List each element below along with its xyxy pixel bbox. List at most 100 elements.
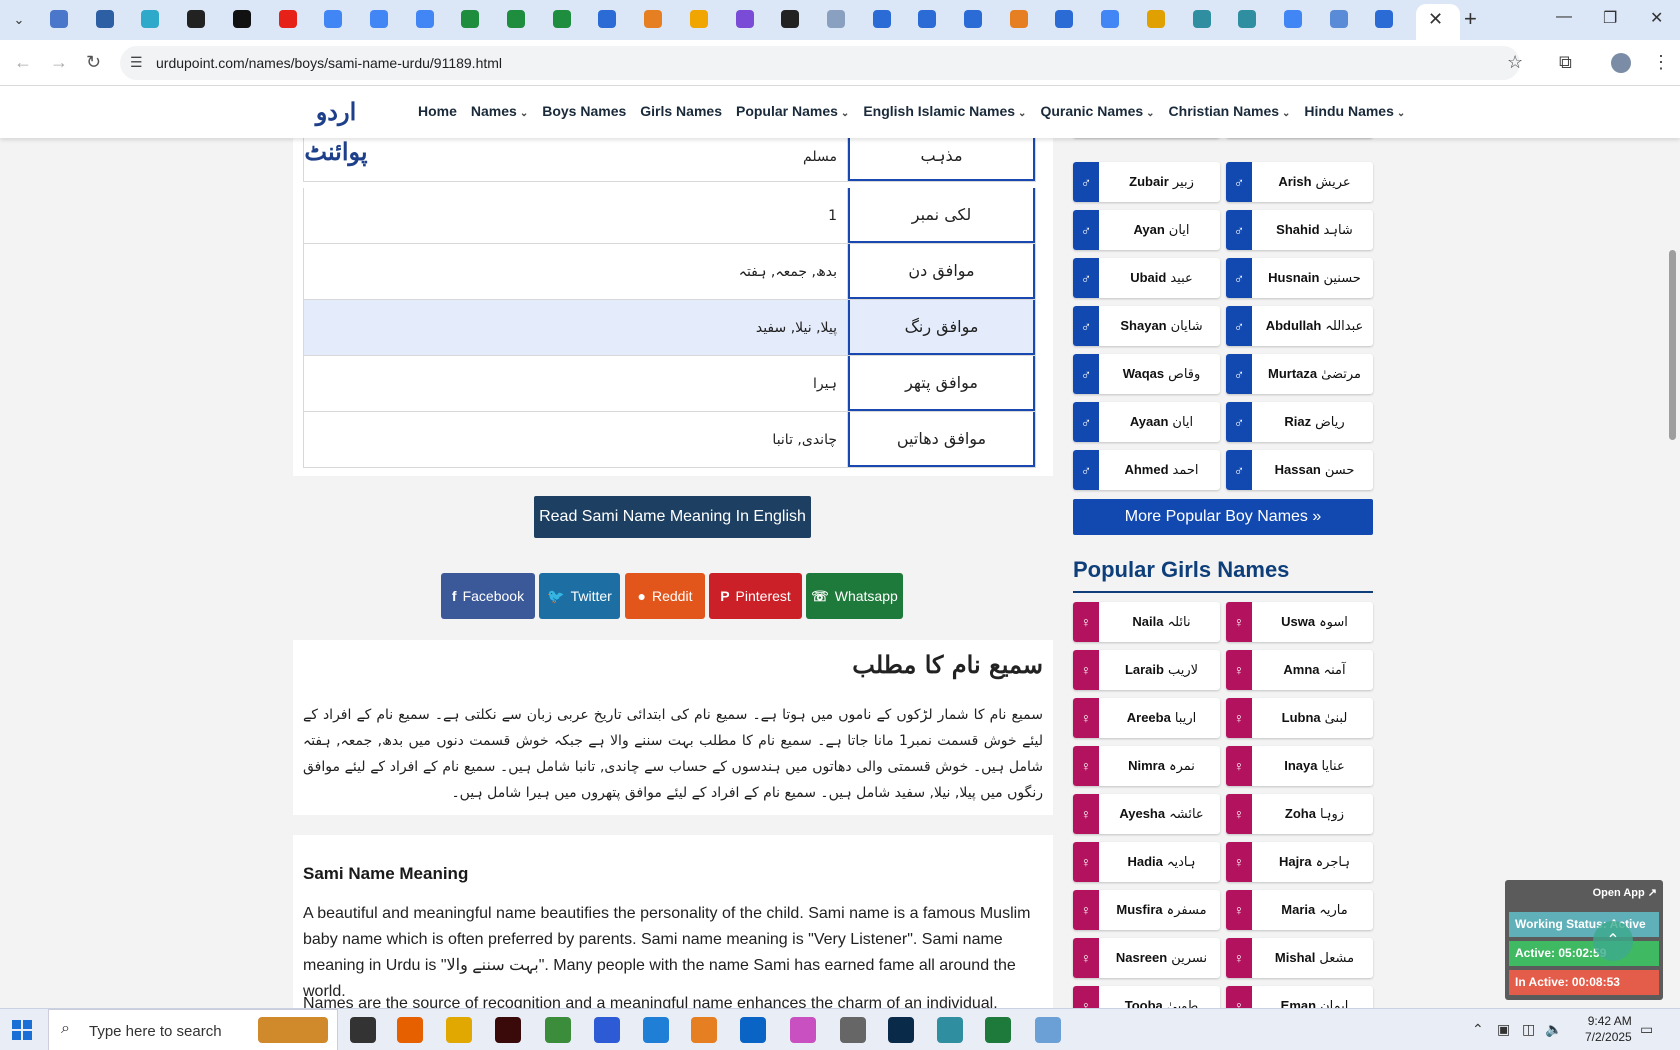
boy-name-tile[interactable]: ♂ Ayan ایان (1073, 210, 1220, 250)
boy-name-tile[interactable]: ♂ Shahid شاہد (1226, 210, 1373, 250)
boy-name-tile[interactable]: ♂ Zubair زبیر (1073, 162, 1220, 202)
boy-name-tile[interactable]: ♂ Ahmed احمد (1073, 450, 1220, 490)
girl-name-tile[interactable]: ♀ Areeba اریبا (1073, 698, 1220, 738)
boy-name-tile[interactable]: ♂ Ayaan ایان (1073, 402, 1220, 442)
windows-start-icon[interactable] (12, 1020, 32, 1040)
firefox-icon[interactable] (397, 1017, 423, 1043)
restore-icon[interactable]: ❐ (1603, 8, 1617, 28)
forward-icon[interactable]: → (50, 52, 68, 73)
bookmark-star-icon[interactable]: ☆ (1507, 52, 1523, 73)
taskbar-clock[interactable]: 9:42 AM 7/2/2025 (1585, 1013, 1632, 1045)
nav-item[interactable]: Names ⌄ (471, 103, 528, 119)
nav-item[interactable]: Girls Names (640, 103, 722, 119)
girl-name-tile[interactable]: ♀ Mishal مشعل (1226, 938, 1373, 978)
nav-item[interactable]: Hindu Names ⌄ (1304, 103, 1405, 119)
tab-favicon-icon[interactable] (598, 10, 617, 28)
url-text[interactable]: urdupoint.com/names/boys/sami-name-urdu/… (156, 55, 502, 71)
nav-item[interactable]: Boys Names (542, 103, 626, 119)
tab-favicon-icon[interactable] (1009, 10, 1028, 28)
task-view-icon[interactable] (350, 1017, 376, 1043)
girl-name-tile[interactable]: ♀ Inaya عنایا (1226, 746, 1373, 786)
site-logo[interactable]: اردو پوائنٹ (293, 92, 379, 166)
tab-favicon-icon[interactable] (1146, 10, 1165, 28)
app-icon[interactable] (937, 1017, 963, 1043)
share-facebook-button[interactable]: f Facebook (441, 573, 535, 619)
girl-name-tile[interactable]: ♀ Hadia ہادیہ (1073, 842, 1220, 882)
profile-avatar[interactable] (1611, 53, 1631, 73)
paint-icon[interactable] (790, 1017, 816, 1043)
open-app-link[interactable]: Open App ↗ (1593, 886, 1657, 899)
back-icon[interactable]: ← (14, 52, 32, 73)
boy-name-tile[interactable]: ♂ Abdullah عبداللہ (1226, 306, 1373, 346)
wifi-icon[interactable]: ◫ (1522, 1021, 1535, 1038)
reload-icon[interactable]: ↻ (86, 52, 101, 73)
boy-name-tile[interactable]: ♂ Waqas وقاص (1073, 354, 1220, 394)
tab-favicon-icon[interactable] (964, 10, 982, 28)
menu-kebab-icon[interactable]: ⋮ (1652, 52, 1670, 73)
tab-favicon-icon[interactable] (918, 10, 937, 28)
photoshop-icon[interactable] (888, 1017, 914, 1043)
illustrator-icon[interactable] (495, 1017, 521, 1043)
scrollbar-thumb[interactable] (1669, 250, 1676, 440)
nav-item[interactable]: Quranic Names ⌄ (1040, 103, 1154, 119)
tab-favicon-icon[interactable] (826, 10, 845, 28)
girl-name-tile[interactable]: ♀ Lubna لبنیٰ (1226, 698, 1373, 738)
girl-name-tile[interactable]: ♀ Musfira مسفرہ (1073, 890, 1220, 930)
tab-favicon-icon[interactable] (1238, 10, 1257, 28)
tab-favicon-icon[interactable] (461, 10, 480, 28)
tab-favicon-icon[interactable] (1329, 10, 1348, 28)
vscode-icon[interactable] (643, 1017, 669, 1043)
girl-name-tile[interactable]: ♀ Laraib لاریب (1073, 650, 1220, 690)
tab-favicon-icon[interactable] (324, 10, 343, 28)
pen-tool-icon[interactable] (840, 1017, 866, 1043)
boy-name-tile[interactable]: ♂ Riaz ریاض (1226, 402, 1373, 442)
new-tab-button[interactable]: + (1464, 6, 1477, 32)
file-explorer-icon[interactable] (446, 1017, 472, 1043)
share-whatsapp-button[interactable]: ☏ Whatsapp (806, 573, 903, 619)
girl-name-tile[interactable]: ♀ Maria ماریہ (1226, 890, 1373, 930)
boy-name-tile[interactable]: ♂ Husnain حسنین (1226, 258, 1373, 298)
nav-item[interactable]: Popular Names ⌄ (736, 103, 849, 119)
share-pinterest-button[interactable]: P Pinterest (709, 573, 802, 619)
omnibox[interactable]: ☰ urdupoint.com/names/boys/sami-name-urd… (120, 46, 1520, 80)
tab-search-icon[interactable]: ⌄ (6, 8, 32, 32)
network-icon[interactable]: ▣ (1497, 1021, 1510, 1038)
tab-favicon-icon[interactable] (232, 10, 251, 28)
share-reddit-button[interactable]: ● Reddit (625, 573, 705, 619)
tab-favicon-icon[interactable] (1101, 10, 1120, 28)
notification-icon[interactable]: ▭ (1640, 1021, 1653, 1038)
close-tab-icon[interactable]: ✕ (1428, 9, 1443, 30)
xampp-icon[interactable] (691, 1017, 717, 1043)
weather-widget-icon[interactable] (258, 1017, 328, 1043)
tab-favicon-icon[interactable] (50, 10, 68, 28)
boy-name-tile[interactable]: ♂ Hassan حسن (1226, 450, 1373, 490)
site-info-icon[interactable]: ☰ (130, 54, 143, 71)
tab-favicon-icon[interactable] (415, 10, 434, 28)
tab-favicon-icon[interactable] (278, 10, 297, 28)
more-popular-boy-names-button[interactable]: More Popular Boy Names » (1073, 499, 1373, 535)
share-twitter-button[interactable]: 🐦 Twitter (539, 573, 620, 619)
girl-name-tile[interactable]: ♀ Ayesha عائشہ (1073, 794, 1220, 834)
boy-name-tile[interactable]: ♂ Murtaza مرتضیٰ (1226, 354, 1373, 394)
nav-item[interactable]: English Islamic Names ⌄ (863, 103, 1026, 119)
tab-favicon-icon[interactable] (872, 10, 891, 28)
tab-favicon-icon[interactable] (95, 10, 114, 28)
girl-name-tile[interactable]: ♀ Zoha زوہا (1226, 794, 1373, 834)
nav-item[interactable]: Christian Names ⌄ (1169, 103, 1291, 119)
tab-favicon-icon[interactable] (644, 10, 663, 28)
tray-chevron-icon[interactable]: ⌃ (1472, 1021, 1484, 1038)
girl-name-tile[interactable]: ♀ Naila نائلہ (1073, 602, 1220, 642)
tab-favicon-icon[interactable] (1055, 10, 1074, 28)
tab-favicon-icon[interactable] (1283, 10, 1302, 28)
close-window-icon[interactable]: ✕ (1650, 8, 1663, 28)
tab-favicon-icon[interactable] (1375, 10, 1394, 28)
tab-favicon-icon[interactable] (369, 10, 388, 28)
page-scrollbar[interactable] (1664, 86, 1680, 1008)
girl-name-tile[interactable]: ♀ Nasreen نسرین (1073, 938, 1220, 978)
tab-favicon-icon[interactable] (735, 10, 754, 28)
read-english-meaning-button[interactable]: Read Sami Name Meaning In English (534, 496, 811, 538)
tab-favicon-icon[interactable] (689, 10, 708, 28)
tab-favicon-icon[interactable] (507, 10, 525, 28)
boy-name-tile[interactable]: ♂ Shayan شایان (1073, 306, 1220, 346)
girl-name-tile[interactable]: ♀ Amna آمنہ (1226, 650, 1373, 690)
